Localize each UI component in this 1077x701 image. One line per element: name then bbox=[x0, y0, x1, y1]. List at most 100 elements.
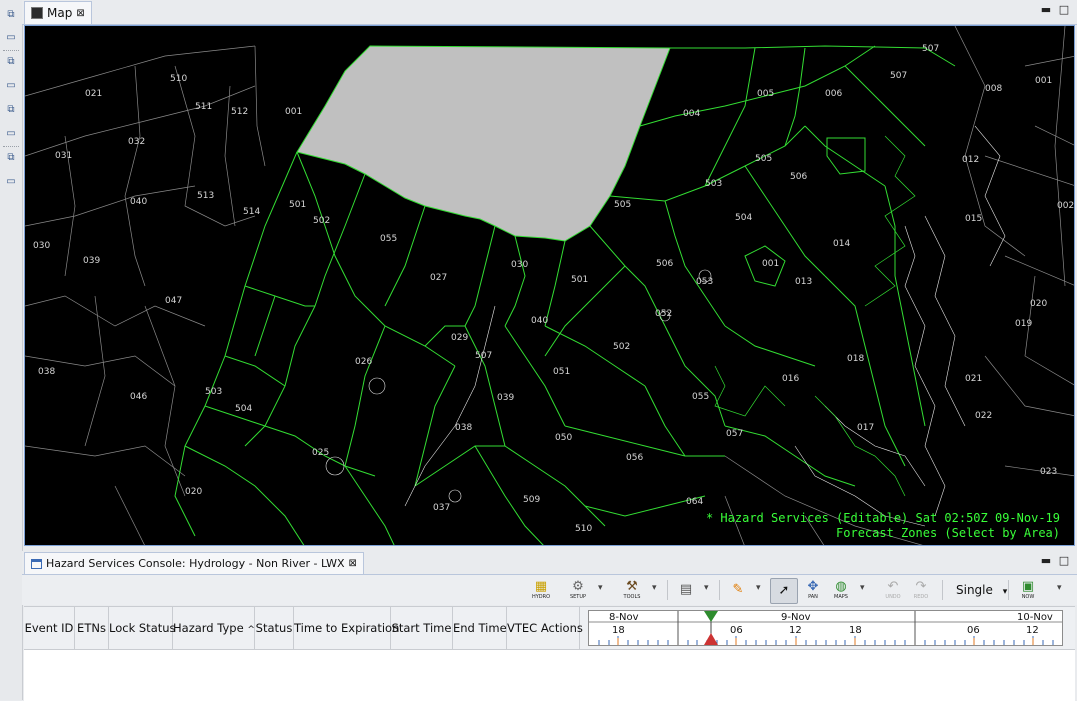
zone-label: 014 bbox=[833, 239, 850, 249]
view-icon[interactable]: ▭ bbox=[4, 128, 18, 140]
tab-map[interactable]: Map ⊠ bbox=[24, 1, 92, 24]
tools-label: TOOLS bbox=[623, 594, 641, 600]
draw-dropdown[interactable]: ▾ bbox=[756, 583, 761, 593]
restore-icon[interactable]: ⧉ bbox=[4, 104, 18, 116]
view-icon[interactable]: ▭ bbox=[4, 32, 18, 44]
map-canvas[interactable]: 021 510 511 512 001 032 031 040 513 514 030 039 047 0… bbox=[24, 25, 1075, 546]
zone-label: 503 bbox=[205, 387, 222, 397]
draw-button[interactable]: ✎ bbox=[728, 577, 748, 603]
timeline-day-label: 9-Nov bbox=[781, 612, 811, 623]
hydro-label: HYDRO bbox=[531, 594, 551, 600]
undo-icon: ↶ bbox=[887, 579, 899, 594]
minimize-icon[interactable]: ▬ bbox=[1040, 4, 1052, 16]
zone-label: 057 bbox=[726, 429, 743, 439]
zone-label: 026 bbox=[355, 357, 372, 367]
maps-button[interactable]: ◍ MAPS bbox=[830, 577, 852, 603]
column-header-lock-status[interactable]: Lock Status bbox=[109, 607, 176, 649]
minimize-icon[interactable]: ▬ bbox=[1040, 555, 1052, 567]
selected-time-marker[interactable] bbox=[704, 611, 718, 622]
zone-label: 047 bbox=[165, 296, 182, 306]
toolbar-separator bbox=[942, 580, 943, 600]
zone-label: 031 bbox=[55, 151, 72, 161]
zone-label: 507 bbox=[890, 71, 907, 81]
pan-label: PAN bbox=[808, 594, 818, 600]
zone-label: 006 bbox=[825, 89, 842, 99]
select-button[interactable]: ➚ bbox=[770, 578, 798, 604]
restore-icon[interactable]: ⧉ bbox=[4, 56, 18, 68]
hazard-type-label: Hazard Type bbox=[173, 621, 244, 635]
tools-button[interactable]: ⚒ TOOLS bbox=[620, 577, 644, 603]
undo-button[interactable]: ↶ UNDO bbox=[882, 577, 904, 603]
map-tab-bar: Map ⊠ ▬ □ bbox=[22, 0, 1077, 25]
restore-icon[interactable]: ⧉ bbox=[4, 9, 18, 21]
setup-button[interactable]: ⚙ SETUP bbox=[566, 577, 590, 603]
zone-label: 017 bbox=[857, 423, 874, 433]
zone-label: 012 bbox=[962, 155, 979, 165]
column-header-vtec-actions[interactable]: VTEC Actions bbox=[507, 607, 583, 649]
zone-label: 064 bbox=[686, 497, 703, 507]
close-icon[interactable]: ⊠ bbox=[76, 8, 84, 19]
column-header-hazard-type[interactable]: Hazard Type ^ bbox=[173, 607, 255, 649]
maps-dropdown[interactable]: ▾ bbox=[860, 583, 865, 593]
zone-label: 514 bbox=[243, 207, 260, 217]
zone-label: 027 bbox=[430, 273, 447, 283]
document-button[interactable]: ▤ bbox=[676, 577, 696, 603]
undo-label: UNDO bbox=[885, 594, 901, 600]
selection-mode-dropdown[interactable]: Single ▾ bbox=[956, 583, 1007, 597]
column-header-status[interactable]: Status bbox=[255, 607, 294, 649]
zone-label: 053 bbox=[696, 277, 713, 287]
zone-label: 506 bbox=[790, 172, 807, 182]
zone-label: 505 bbox=[614, 200, 631, 210]
view-icon[interactable]: ▭ bbox=[4, 80, 18, 92]
zone-label: 018 bbox=[847, 354, 864, 364]
column-header-etns[interactable]: ETNs bbox=[75, 607, 109, 649]
zone-label: 505 bbox=[755, 154, 772, 164]
view-menu-dropdown[interactable]: ▾ bbox=[1057, 583, 1062, 593]
zone-label: 511 bbox=[195, 102, 212, 112]
setup-dropdown[interactable]: ▾ bbox=[598, 583, 603, 593]
zone-label: 040 bbox=[531, 316, 548, 326]
timeline-day-label: 10-Nov bbox=[1017, 612, 1053, 623]
hydro-button[interactable]: ▦ HYDRO bbox=[528, 577, 554, 603]
zone-label: 038 bbox=[455, 423, 472, 433]
column-header-end-time[interactable]: End Time bbox=[453, 607, 507, 649]
view-icon[interactable]: ▭ bbox=[4, 176, 18, 188]
maximize-icon[interactable]: □ bbox=[1058, 4, 1070, 16]
toolbar-separator bbox=[667, 580, 668, 600]
zone-label: 023 bbox=[1040, 467, 1057, 477]
column-header-event-id[interactable]: Event ID bbox=[24, 607, 75, 649]
zone-label: 506 bbox=[656, 259, 673, 269]
column-header-time-to-expiration[interactable]: Time to Expiration bbox=[294, 607, 399, 649]
tools-dropdown[interactable]: ▾ bbox=[652, 583, 657, 593]
now-button[interactable]: ▣ NOW bbox=[1016, 577, 1040, 603]
redo-button[interactable]: ↷ REDO bbox=[910, 577, 932, 603]
setup-label: SETUP bbox=[569, 594, 587, 600]
maximize-icon[interactable]: □ bbox=[1058, 555, 1070, 567]
zone-label: 512 bbox=[231, 107, 248, 117]
tab-map-label: Map bbox=[47, 6, 73, 20]
pan-button[interactable]: ✥ PAN bbox=[802, 577, 824, 603]
column-header-start-time[interactable]: Start Time bbox=[391, 607, 453, 649]
hazard-event-table[interactable]: Event ID ETNs Lock Status Hazard Type ^ … bbox=[24, 606, 1075, 701]
zone-label: 510 bbox=[170, 74, 187, 84]
pan-icon: ✥ bbox=[807, 579, 819, 594]
document-dropdown[interactable]: ▾ bbox=[704, 583, 709, 593]
globe-icon: ◍ bbox=[835, 579, 847, 594]
pencil-icon: ✎ bbox=[732, 582, 744, 597]
tab-hazard-services-console[interactable]: Hazard Services Console: Hydrology - Non… bbox=[24, 552, 364, 574]
close-icon[interactable]: ⊠ bbox=[349, 558, 357, 569]
timeline-ruler[interactable]: 8-Nov 9-Nov 10-Nov 18 06 12 18 06 12 bbox=[588, 610, 1063, 646]
document-icon: ▤ bbox=[679, 582, 693, 597]
restore-icon[interactable]: ⧉ bbox=[4, 152, 18, 164]
zone-label: 050 bbox=[555, 433, 572, 443]
console-title: Hazard Services Console: Hydrology - Non… bbox=[46, 557, 345, 570]
zone-label: 055 bbox=[380, 234, 397, 244]
zone-label: 056 bbox=[626, 453, 643, 463]
zone-label: 502 bbox=[313, 216, 330, 226]
current-time-marker[interactable] bbox=[704, 633, 718, 645]
forecast-zone-map[interactable]: 021 510 511 512 001 032 031 040 513 514 030 039 047 0… bbox=[25, 26, 1075, 546]
map-icon bbox=[31, 7, 43, 19]
zone-label: 032 bbox=[128, 137, 145, 147]
zone-label: 030 bbox=[511, 260, 528, 270]
zone-label: 016 bbox=[782, 374, 799, 384]
